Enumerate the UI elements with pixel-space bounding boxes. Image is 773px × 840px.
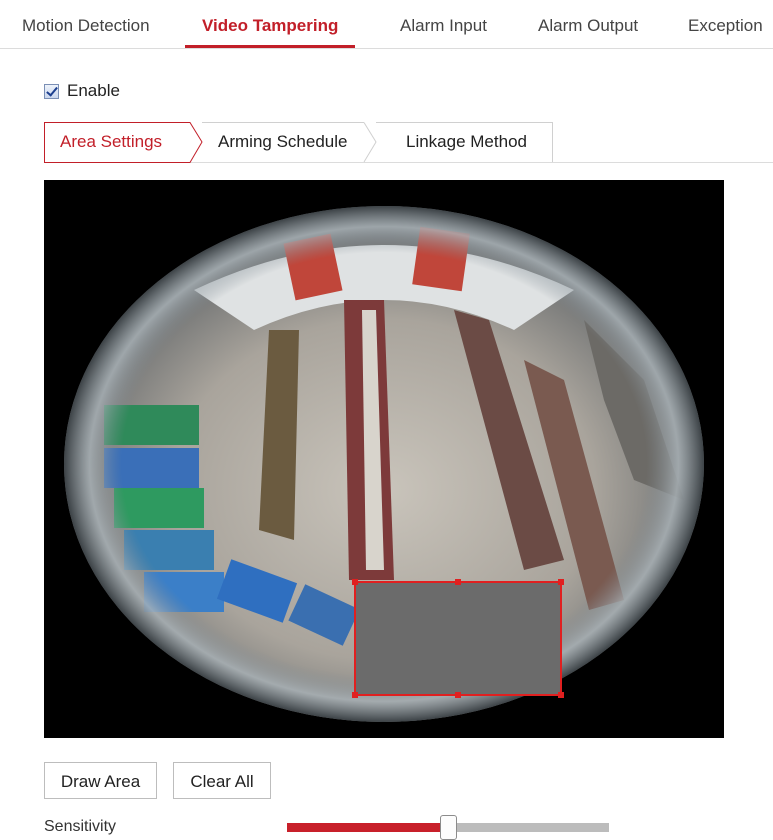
clear-all-button[interactable]: Clear All — [173, 762, 271, 799]
tamper-area-rectangle[interactable] — [354, 581, 562, 696]
subtab-linkage-method[interactable]: Linkage Method — [406, 122, 527, 162]
top-tab-bar: Motion Detection Video Tampering Alarm I… — [0, 0, 773, 49]
sensitivity-slider-fill — [287, 823, 448, 832]
subtab-arming-schedule[interactable]: Arming Schedule — [218, 122, 347, 162]
sensitivity-slider-handle[interactable] — [440, 815, 457, 840]
tab-alarm-output[interactable]: Alarm Output — [538, 0, 638, 48]
video-preview[interactable] — [44, 180, 724, 738]
sensitivity-label: Sensitivity — [44, 818, 117, 835]
sensitivity-slider[interactable] — [287, 815, 609, 840]
draw-area-button[interactable]: Draw Area — [44, 762, 157, 799]
tab-motion-detection[interactable]: Motion Detection — [22, 0, 150, 48]
tab-exception[interactable]: Exception — [688, 0, 763, 48]
fisheye-image — [64, 206, 704, 722]
subtab-bar: Area Settings Arming Schedule Linkage Me… — [44, 122, 773, 163]
tab-video-tampering[interactable]: Video Tampering — [185, 0, 356, 48]
subtab-area-settings[interactable]: Area Settings — [60, 122, 162, 162]
enable-checkbox[interactable] — [44, 83, 59, 99]
enable-label: Enable — [67, 81, 120, 100]
tab-alarm-input[interactable]: Alarm Input — [400, 0, 487, 48]
enable-row: Enable — [44, 80, 120, 102]
